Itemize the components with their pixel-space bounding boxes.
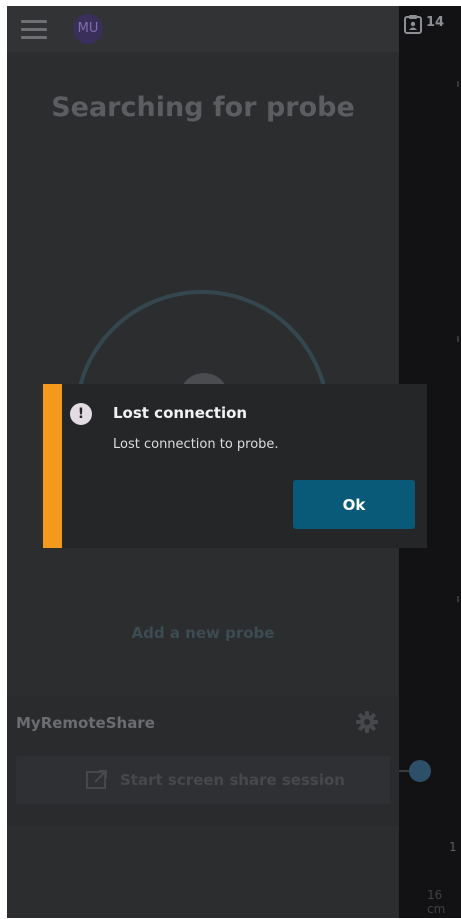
ok-button[interactable]: Ok: [293, 480, 415, 529]
patient-count: 14: [426, 15, 445, 30]
clipboard-icon[interactable]: [404, 14, 422, 34]
avatar[interactable]: MU: [73, 14, 103, 44]
start-screen-share-label: Start screen share session: [120, 771, 345, 789]
remote-share-title: MyRemoteShare: [16, 714, 155, 732]
exclamation-icon: !: [70, 403, 92, 425]
lost-connection-dialog: ! Lost connection Lost connection to pro…: [43, 384, 427, 548]
add-probe-link[interactable]: Add a new probe: [7, 624, 399, 642]
phone-screen: 14 1 16 cm MU Searching for probe Add a …: [7, 6, 461, 918]
slider-handle[interactable]: [409, 760, 431, 782]
page-title: Searching for probe: [51, 92, 355, 123]
gear-icon[interactable]: [355, 710, 379, 734]
depth-label: 16 cm: [427, 888, 446, 916]
drawer-header: MU: [7, 6, 399, 52]
warning-accent-bar: [43, 384, 62, 548]
start-screen-share-button[interactable]: Start screen share session: [16, 756, 390, 804]
scale-tick: [457, 336, 459, 342]
dialog-message: Lost connection to probe.: [113, 437, 279, 452]
hamburger-menu-icon[interactable]: [21, 20, 47, 40]
dialog-title: Lost connection: [113, 404, 248, 422]
depth-marker: 1: [449, 840, 457, 854]
screen-share-icon: [86, 770, 107, 789]
scale-tick: [457, 81, 459, 87]
scale-tick: [457, 596, 459, 602]
